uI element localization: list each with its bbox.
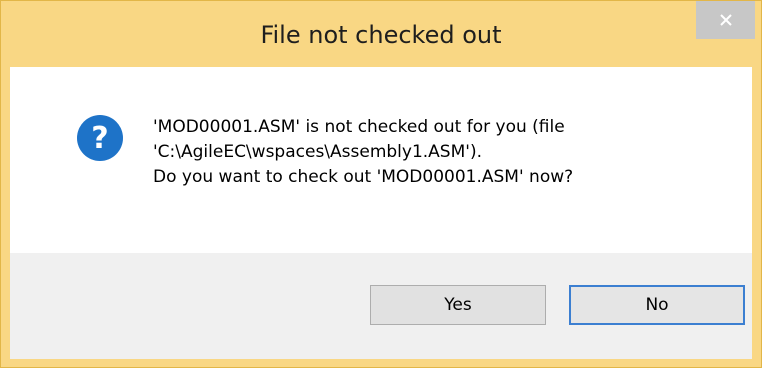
message-line: Do you want to check out 'MOD00001.ASM' …	[153, 167, 574, 187]
button-area: Yes No	[10, 253, 752, 359]
dialog-title: File not checked out	[260, 21, 502, 49]
question-icon: ?	[77, 115, 123, 161]
close-button[interactable]	[696, 1, 755, 39]
dialog-content: ? 'MOD00001.ASM' is not checked out for …	[10, 67, 752, 359]
no-button[interactable]: No	[569, 285, 745, 325]
close-icon	[719, 14, 732, 26]
message-line: 'C:\AgileEC\wspaces\Assembly1.ASM').	[153, 142, 482, 162]
message-text: 'MOD00001.ASM' is not checked out for yo…	[153, 115, 713, 190]
message-line: 'MOD00001.ASM' is not checked out for yo…	[153, 117, 565, 137]
yes-button[interactable]: Yes	[370, 285, 546, 325]
dialog-window: File not checked out ? 'MOD00001.ASM' is…	[0, 0, 762, 368]
svg-text:?: ?	[91, 121, 108, 156]
title-bar[interactable]: File not checked out	[1, 1, 761, 67]
message-area: ? 'MOD00001.ASM' is not checked out for …	[10, 67, 752, 253]
